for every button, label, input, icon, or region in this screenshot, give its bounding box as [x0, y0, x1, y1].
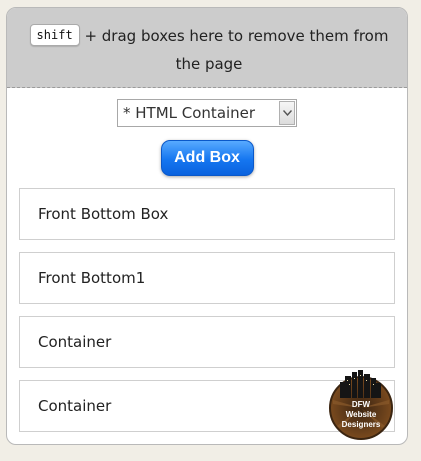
remove-drop-zone[interactable]: shift + drag boxes here to remove them f… — [7, 8, 407, 88]
drop-zone-instruction: + drag boxes here to remove them from th… — [84, 27, 389, 73]
box-item[interactable]: Front Bottom1 — [19, 252, 395, 304]
logo-text-line3: Designers — [342, 420, 381, 429]
box-label: Container — [38, 397, 112, 415]
box-item[interactable]: Front Bottom Box — [19, 188, 395, 240]
add-controls: * HTML Container Add Box — [7, 88, 407, 176]
logo-text-line1: DFW — [352, 400, 371, 409]
shift-key-hint: shift — [29, 24, 80, 46]
add-box-button[interactable]: Add Box — [160, 140, 254, 176]
box-type-select-value: * HTML Container — [123, 104, 256, 122]
chevron-down-icon[interactable] — [279, 101, 295, 125]
dfw-website-designers-logo[interactable]: DFW Website Designers — [327, 370, 395, 440]
logo-text-line2: Website — [346, 410, 377, 419]
box-item[interactable]: Container — [19, 316, 395, 368]
box-label: Container — [38, 333, 112, 351]
box-label: Front Bottom Box — [38, 205, 169, 223]
box-label: Front Bottom1 — [38, 269, 146, 287]
box-type-select[interactable]: * HTML Container — [117, 99, 297, 127]
